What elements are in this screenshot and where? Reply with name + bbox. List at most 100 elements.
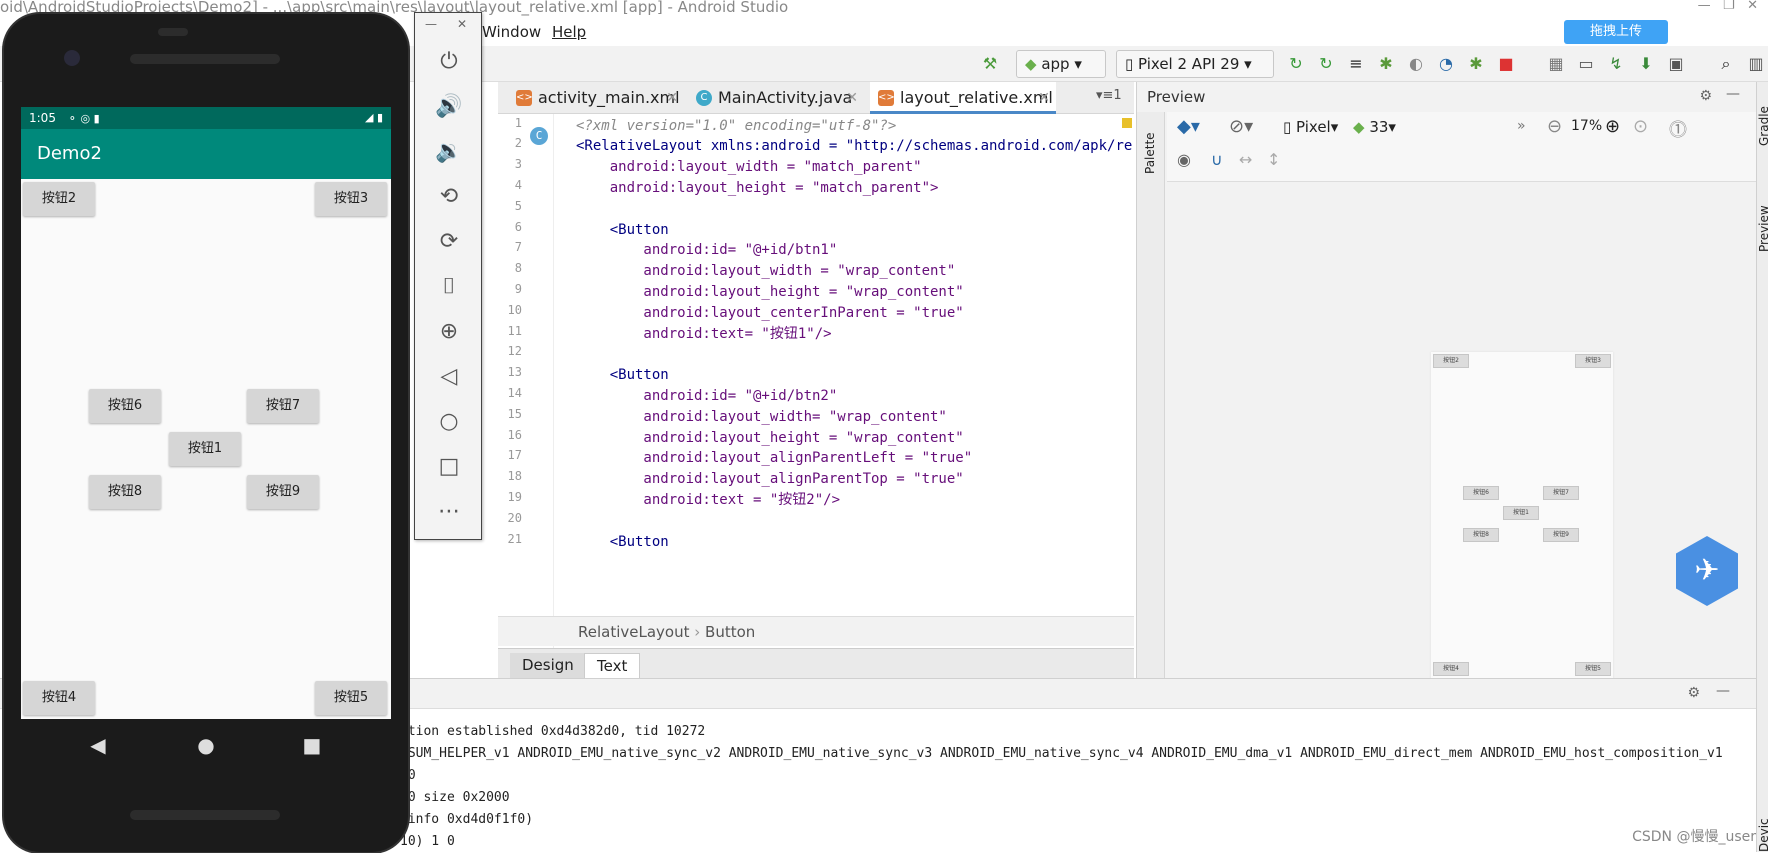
minimize-icon[interactable]: — bbox=[425, 17, 437, 31]
logcat-icon[interactable]: ≡ bbox=[1346, 54, 1366, 74]
eye-icon[interactable]: ◉ bbox=[1177, 150, 1191, 169]
preview-button[interactable]: 按钮1 bbox=[1503, 506, 1539, 520]
profiler-icon[interactable]: ◔ bbox=[1436, 54, 1456, 74]
menu-window[interactable]: Window bbox=[482, 18, 541, 46]
preview-device-label: Pixel bbox=[1296, 118, 1331, 136]
volume-down-icon[interactable]: 🔉 bbox=[429, 137, 469, 167]
layout-inspector-icon[interactable]: ▥ bbox=[1746, 54, 1766, 74]
zoom-out-icon[interactable]: ⊖ bbox=[1547, 116, 1562, 137]
close-icon[interactable]: ✕ bbox=[457, 17, 467, 31]
zoom-level: 17% bbox=[1571, 118, 1603, 134]
device-select[interactable]: ▯ Pixel 2 API 29 ▾ bbox=[1116, 50, 1274, 78]
volume-up-icon[interactable]: 🔊 bbox=[429, 92, 469, 122]
breadcrumb-item[interactable]: RelativeLayout bbox=[578, 623, 689, 641]
zoom-in-icon[interactable]: ⊕ bbox=[1605, 116, 1620, 137]
close-icon[interactable]: ✕ bbox=[1038, 82, 1050, 114]
device-label: Pixel 2 API 29 bbox=[1138, 55, 1240, 73]
apply-code-changes-icon[interactable]: ↻ bbox=[1316, 54, 1336, 74]
magnet-icon[interactable]: ∪ bbox=[1211, 150, 1223, 169]
tab-list-icon[interactable]: ▾≡1 bbox=[1096, 88, 1122, 103]
sync-gradle-icon[interactable]: ↯ bbox=[1606, 54, 1626, 74]
gear-icon[interactable]: ⚙ bbox=[1699, 88, 1712, 104]
more-icon[interactable]: » bbox=[1517, 118, 1526, 134]
nav-back-icon[interactable]: ◀ bbox=[83, 731, 113, 759]
project-structure-icon[interactable]: ▦ bbox=[1546, 54, 1566, 74]
button-2[interactable]: 按钮2 bbox=[23, 182, 95, 216]
close-icon[interactable]: ✕ bbox=[846, 82, 858, 114]
code-area[interactable]: <?xml version="1.0" encoding="utf-8"?> <… bbox=[576, 114, 1132, 692]
button-4[interactable]: 按钮4 bbox=[23, 681, 95, 715]
preview-button[interactable]: 按钮2 bbox=[1433, 354, 1469, 368]
nav-home-icon[interactable]: ● bbox=[191, 731, 221, 759]
preview-button[interactable]: 按钮8 bbox=[1463, 528, 1499, 542]
device-side-tab[interactable]: Devic bbox=[1757, 818, 1768, 852]
minimize-icon[interactable]: — bbox=[1716, 683, 1730, 699]
api-select[interactable]: ◆ 33▾ bbox=[1353, 118, 1396, 136]
home-icon[interactable]: ○ bbox=[429, 407, 469, 437]
tab-label: layout_relative.xml bbox=[900, 88, 1053, 107]
camera-icon[interactable]: ⌷ bbox=[429, 272, 469, 302]
zoom-fit-icon[interactable]: ⊙ bbox=[1633, 116, 1648, 137]
code-line: <Button bbox=[576, 222, 669, 238]
tab-layout-relative[interactable]: <> layout_relative.xml ✕ bbox=[870, 82, 1056, 114]
tab-main-activity[interactable]: C MainActivity.java ✕ bbox=[688, 82, 864, 114]
sdk-manager-icon[interactable]: ⬇ bbox=[1636, 54, 1656, 74]
vertical-resize-icon[interactable]: ↕ bbox=[1267, 150, 1280, 169]
layers-icon[interactable]: ◆▾ bbox=[1177, 116, 1200, 137]
preview-button[interactable]: 按钮4 bbox=[1433, 662, 1469, 676]
editor-tabs: <> activity_main.xml ✕ C MainActivity.ja… bbox=[498, 82, 1134, 114]
back-icon[interactable]: ◁ bbox=[429, 362, 469, 392]
preview-button[interactable]: 按钮7 bbox=[1543, 486, 1579, 500]
run-config-select[interactable]: ◆ app ▾ bbox=[1016, 50, 1106, 78]
breadcrumb-item[interactable]: Button bbox=[705, 623, 755, 641]
avd-manager-icon[interactable]: ▭ bbox=[1576, 54, 1596, 74]
menu-help[interactable]: Help bbox=[552, 18, 586, 46]
search-icon[interactable]: ⌕ bbox=[1716, 54, 1736, 74]
attach-debugger-icon[interactable]: ✱ bbox=[1466, 54, 1486, 74]
horizontal-resize-icon[interactable]: ↔ bbox=[1239, 150, 1252, 169]
line-number: 16 bbox=[507, 428, 522, 442]
orientation-icon[interactable]: ⊘▾ bbox=[1229, 116, 1253, 137]
nav-recents-icon[interactable]: ■ bbox=[297, 731, 327, 759]
minimize-icon[interactable]: — bbox=[1726, 86, 1740, 102]
preview-side-tab[interactable]: Preview bbox=[1757, 205, 1768, 252]
gear-icon[interactable]: ⚙ bbox=[1687, 685, 1700, 701]
warning-marker[interactable] bbox=[1122, 118, 1132, 128]
stop-icon[interactable]: ■ bbox=[1496, 54, 1516, 74]
button-9[interactable]: 按钮9 bbox=[247, 475, 319, 509]
rotate-right-icon[interactable]: ⟳ bbox=[429, 227, 469, 257]
palette-label[interactable]: Palette bbox=[1143, 132, 1157, 174]
more-options-icon[interactable]: ⋯ bbox=[429, 497, 469, 527]
button-7[interactable]: 按钮7 bbox=[247, 389, 319, 423]
button-8[interactable]: 按钮8 bbox=[89, 475, 161, 509]
button-5[interactable]: 按钮5 bbox=[315, 681, 387, 715]
apply-changes-icon[interactable]: ↻ bbox=[1286, 54, 1306, 74]
button-6[interactable]: 按钮6 bbox=[89, 389, 161, 423]
button-3[interactable]: 按钮3 bbox=[315, 182, 387, 216]
preview-button[interactable]: 按钮6 bbox=[1463, 486, 1499, 500]
power-icon[interactable]: ⏻ bbox=[429, 47, 469, 77]
zoom-icon[interactable]: ⊕ bbox=[429, 317, 469, 347]
tab-design[interactable]: Design bbox=[510, 653, 586, 679]
preview-button[interactable]: 按钮9 bbox=[1543, 528, 1579, 542]
debug-icon[interactable]: ✱ bbox=[1376, 54, 1396, 74]
upload-button[interactable]: 拖拽上传 bbox=[1564, 20, 1668, 44]
button-1[interactable]: 按钮1 bbox=[169, 432, 241, 466]
gradle-tab[interactable]: Gradle bbox=[1757, 106, 1768, 146]
class-gutter-icon[interactable]: C bbox=[530, 127, 548, 145]
tab-activity-main[interactable]: <> activity_main.xml ✕ bbox=[508, 82, 684, 114]
window-controls: — ❐ ✕ bbox=[1697, 0, 1758, 13]
warning-icon[interactable]: ⓵ bbox=[1669, 116, 1687, 142]
device-file-explorer-icon[interactable]: ▣ bbox=[1666, 54, 1686, 74]
overview-icon[interactable]: □ bbox=[429, 452, 469, 482]
hammer-icon[interactable]: ⚒ bbox=[980, 54, 1000, 74]
code-line: android:text= "按钮1"/> bbox=[576, 326, 832, 342]
rotate-left-icon[interactable]: ⟲ bbox=[429, 182, 469, 212]
preview-button[interactable]: 按钮3 bbox=[1575, 354, 1611, 368]
code-line: <RelativeLayout xmlns:android = "http://… bbox=[576, 138, 1132, 154]
close-icon[interactable]: ✕ bbox=[666, 82, 678, 114]
coverage-icon[interactable]: ◐ bbox=[1406, 54, 1426, 74]
device-preview-select[interactable]: ▯ Pixel▾ bbox=[1283, 118, 1338, 136]
tab-text[interactable]: Text bbox=[584, 653, 641, 679]
preview-button[interactable]: 按钮5 bbox=[1575, 662, 1611, 676]
